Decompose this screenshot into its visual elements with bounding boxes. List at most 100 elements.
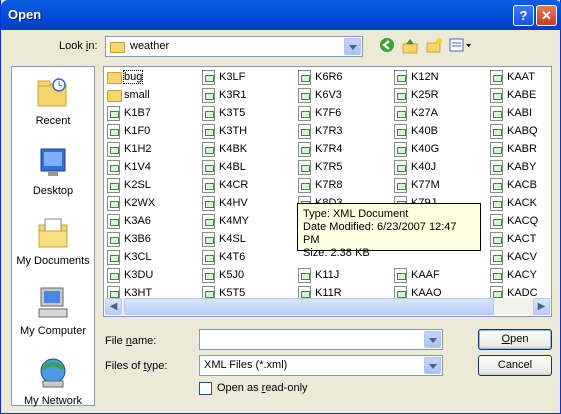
xml-file-icon	[298, 88, 311, 103]
look-in-value: weather	[130, 40, 170, 52]
file-name: K40B	[411, 125, 438, 137]
file-item[interactable]: K7F6	[297, 105, 343, 123]
file-item[interactable]: K3LF	[201, 69, 249, 87]
file-item[interactable]: KACY	[489, 267, 538, 285]
file-item[interactable]: K7R4	[297, 141, 343, 159]
file-item[interactable]: K4MY	[201, 213, 249, 231]
file-item[interactable]: K40J	[393, 159, 442, 177]
up-folder-icon[interactable]	[400, 37, 420, 57]
file-item[interactable]: K3T5	[201, 105, 249, 123]
file-item[interactable]: K3TH	[201, 123, 249, 141]
chevron-down-icon[interactable]	[424, 331, 441, 348]
file-item[interactable]: K7R3	[297, 123, 343, 141]
file-item[interactable]: K3CL	[106, 249, 155, 267]
title-bar[interactable]: Open ? ✕	[1, 0, 561, 30]
file-item[interactable]: KACB	[489, 177, 538, 195]
file-item[interactable]: K12N	[393, 69, 442, 87]
file-item[interactable]: K5J0	[201, 267, 249, 285]
file-item[interactable]: K40B	[393, 123, 442, 141]
scroll-thumb[interactable]	[124, 298, 494, 315]
close-button[interactable]: ✕	[536, 5, 557, 26]
xml-file-icon	[490, 88, 503, 103]
file-item[interactable]: K7R8	[297, 177, 343, 195]
file-item[interactable]: K1F0	[106, 123, 155, 141]
file-item[interactable]: K6R6	[297, 69, 343, 87]
file-item[interactable]: KABR	[489, 141, 538, 159]
file-item[interactable]: K7R5	[297, 159, 343, 177]
file-name: K6R6	[315, 71, 343, 83]
look-in-dropdown[interactable]: weather	[105, 36, 363, 57]
place-my-computer[interactable]: My Computer	[12, 285, 94, 337]
file-item[interactable]: K3B6	[106, 231, 155, 249]
file-item[interactable]: KACV	[489, 249, 538, 267]
file-name: K1B7	[124, 107, 151, 119]
place-recent[interactable]: Recent	[12, 75, 94, 127]
file-item[interactable]: K40G	[393, 141, 442, 159]
file-item[interactable]: K77M	[393, 177, 442, 195]
scroll-left-icon[interactable]: ◀	[105, 298, 122, 315]
file-item[interactable]: KABE	[489, 87, 538, 105]
file-item[interactable]: K2WX	[106, 195, 155, 213]
back-icon[interactable]	[377, 37, 397, 57]
new-folder-icon[interactable]	[424, 37, 444, 57]
chevron-down-icon[interactable]	[344, 38, 361, 55]
file-item[interactable]: K4T6	[201, 249, 249, 267]
views-menu-icon[interactable]	[448, 37, 474, 57]
read-only-label[interactable]: Open as read-only	[217, 382, 308, 394]
file-item[interactable]: K1H2	[106, 141, 155, 159]
file-item[interactable]: KABQ	[489, 123, 538, 141]
file-item[interactable]: K3A6	[106, 213, 155, 231]
help-button[interactable]: ?	[513, 5, 534, 26]
file-item[interactable]: K6V3	[297, 87, 343, 105]
xml-file-icon	[202, 124, 215, 139]
file-item[interactable]: K2SL	[106, 177, 155, 195]
file-item[interactable]: KABI	[489, 105, 538, 123]
place-desktop[interactable]: Desktop	[12, 145, 94, 197]
read-only-checkbox[interactable]	[199, 382, 212, 395]
file-name-input[interactable]	[199, 329, 443, 350]
scroll-right-icon[interactable]: ▶	[533, 298, 550, 315]
file-item[interactable]: small	[106, 87, 155, 105]
file-type-dropdown[interactable]: XML Files (*.xml)	[199, 355, 443, 376]
file-item[interactable]: K4SL	[201, 231, 249, 249]
file-item[interactable]: K1B7	[106, 105, 155, 123]
file-item[interactable]: K3DU	[106, 267, 155, 285]
file-name: K3A6	[124, 215, 151, 227]
tooltip-size: Size: 2.38 KB	[303, 247, 370, 259]
xml-file-icon	[490, 250, 503, 265]
file-item[interactable]: K4BL	[201, 159, 249, 177]
file-item[interactable]: K4CR	[201, 177, 249, 195]
file-item[interactable]: KAAT	[489, 69, 538, 87]
file-name: K5J0	[219, 269, 245, 281]
file-item[interactable]: KACK	[489, 195, 538, 213]
file-item[interactable]: K25R	[393, 87, 442, 105]
file-column: bug small K1B7 K1F0 K1H2 K1V4 K2SL K2WX K3A6 K3B6…	[106, 69, 155, 303]
xml-file-icon	[202, 142, 215, 157]
file-item[interactable]: K27A	[393, 105, 442, 123]
open-button[interactable]: Open	[478, 329, 552, 350]
file-item[interactable]: K4HV	[201, 195, 249, 213]
window-title: Open	[8, 7, 42, 22]
file-name: K4T6	[219, 251, 246, 263]
file-item[interactable]: K4BK	[201, 141, 249, 159]
file-column: K6R6K6V3K7F6K7R3K7R4K7R5K7R8K8D3K11JK11R	[297, 69, 343, 303]
file-item[interactable]: KAAF	[393, 267, 442, 285]
xml-file-icon	[298, 124, 311, 139]
place-my-documents[interactable]: My Documents	[12, 215, 94, 267]
place-my-network[interactable]: My Network	[12, 355, 94, 407]
file-item[interactable]: KACT	[489, 231, 538, 249]
cancel-button[interactable]: Cancel	[478, 355, 552, 376]
open-dialog: Open ? ✕ Look in: weather Recent Desktop…	[0, 0, 561, 414]
my-documents-icon	[35, 215, 71, 251]
file-item[interactable]: K11J	[297, 267, 343, 285]
file-item[interactable]: KABY	[489, 159, 538, 177]
file-item[interactable]: bug	[106, 69, 155, 87]
file-name-label: File name:	[105, 335, 157, 347]
file-item[interactable]: KACQ	[489, 213, 538, 231]
file-item[interactable]: K3R1	[201, 87, 249, 105]
xml-file-icon	[298, 106, 311, 121]
chevron-down-icon[interactable]	[424, 357, 441, 374]
file-item[interactable]: K1V4	[106, 159, 155, 177]
file-list[interactable]: bug small K1B7 K1F0 K1H2 K1V4 K2SL K2WX K3A6 K3B6…	[103, 66, 552, 317]
horizontal-scrollbar[interactable]: ◀ ▶	[105, 298, 550, 315]
